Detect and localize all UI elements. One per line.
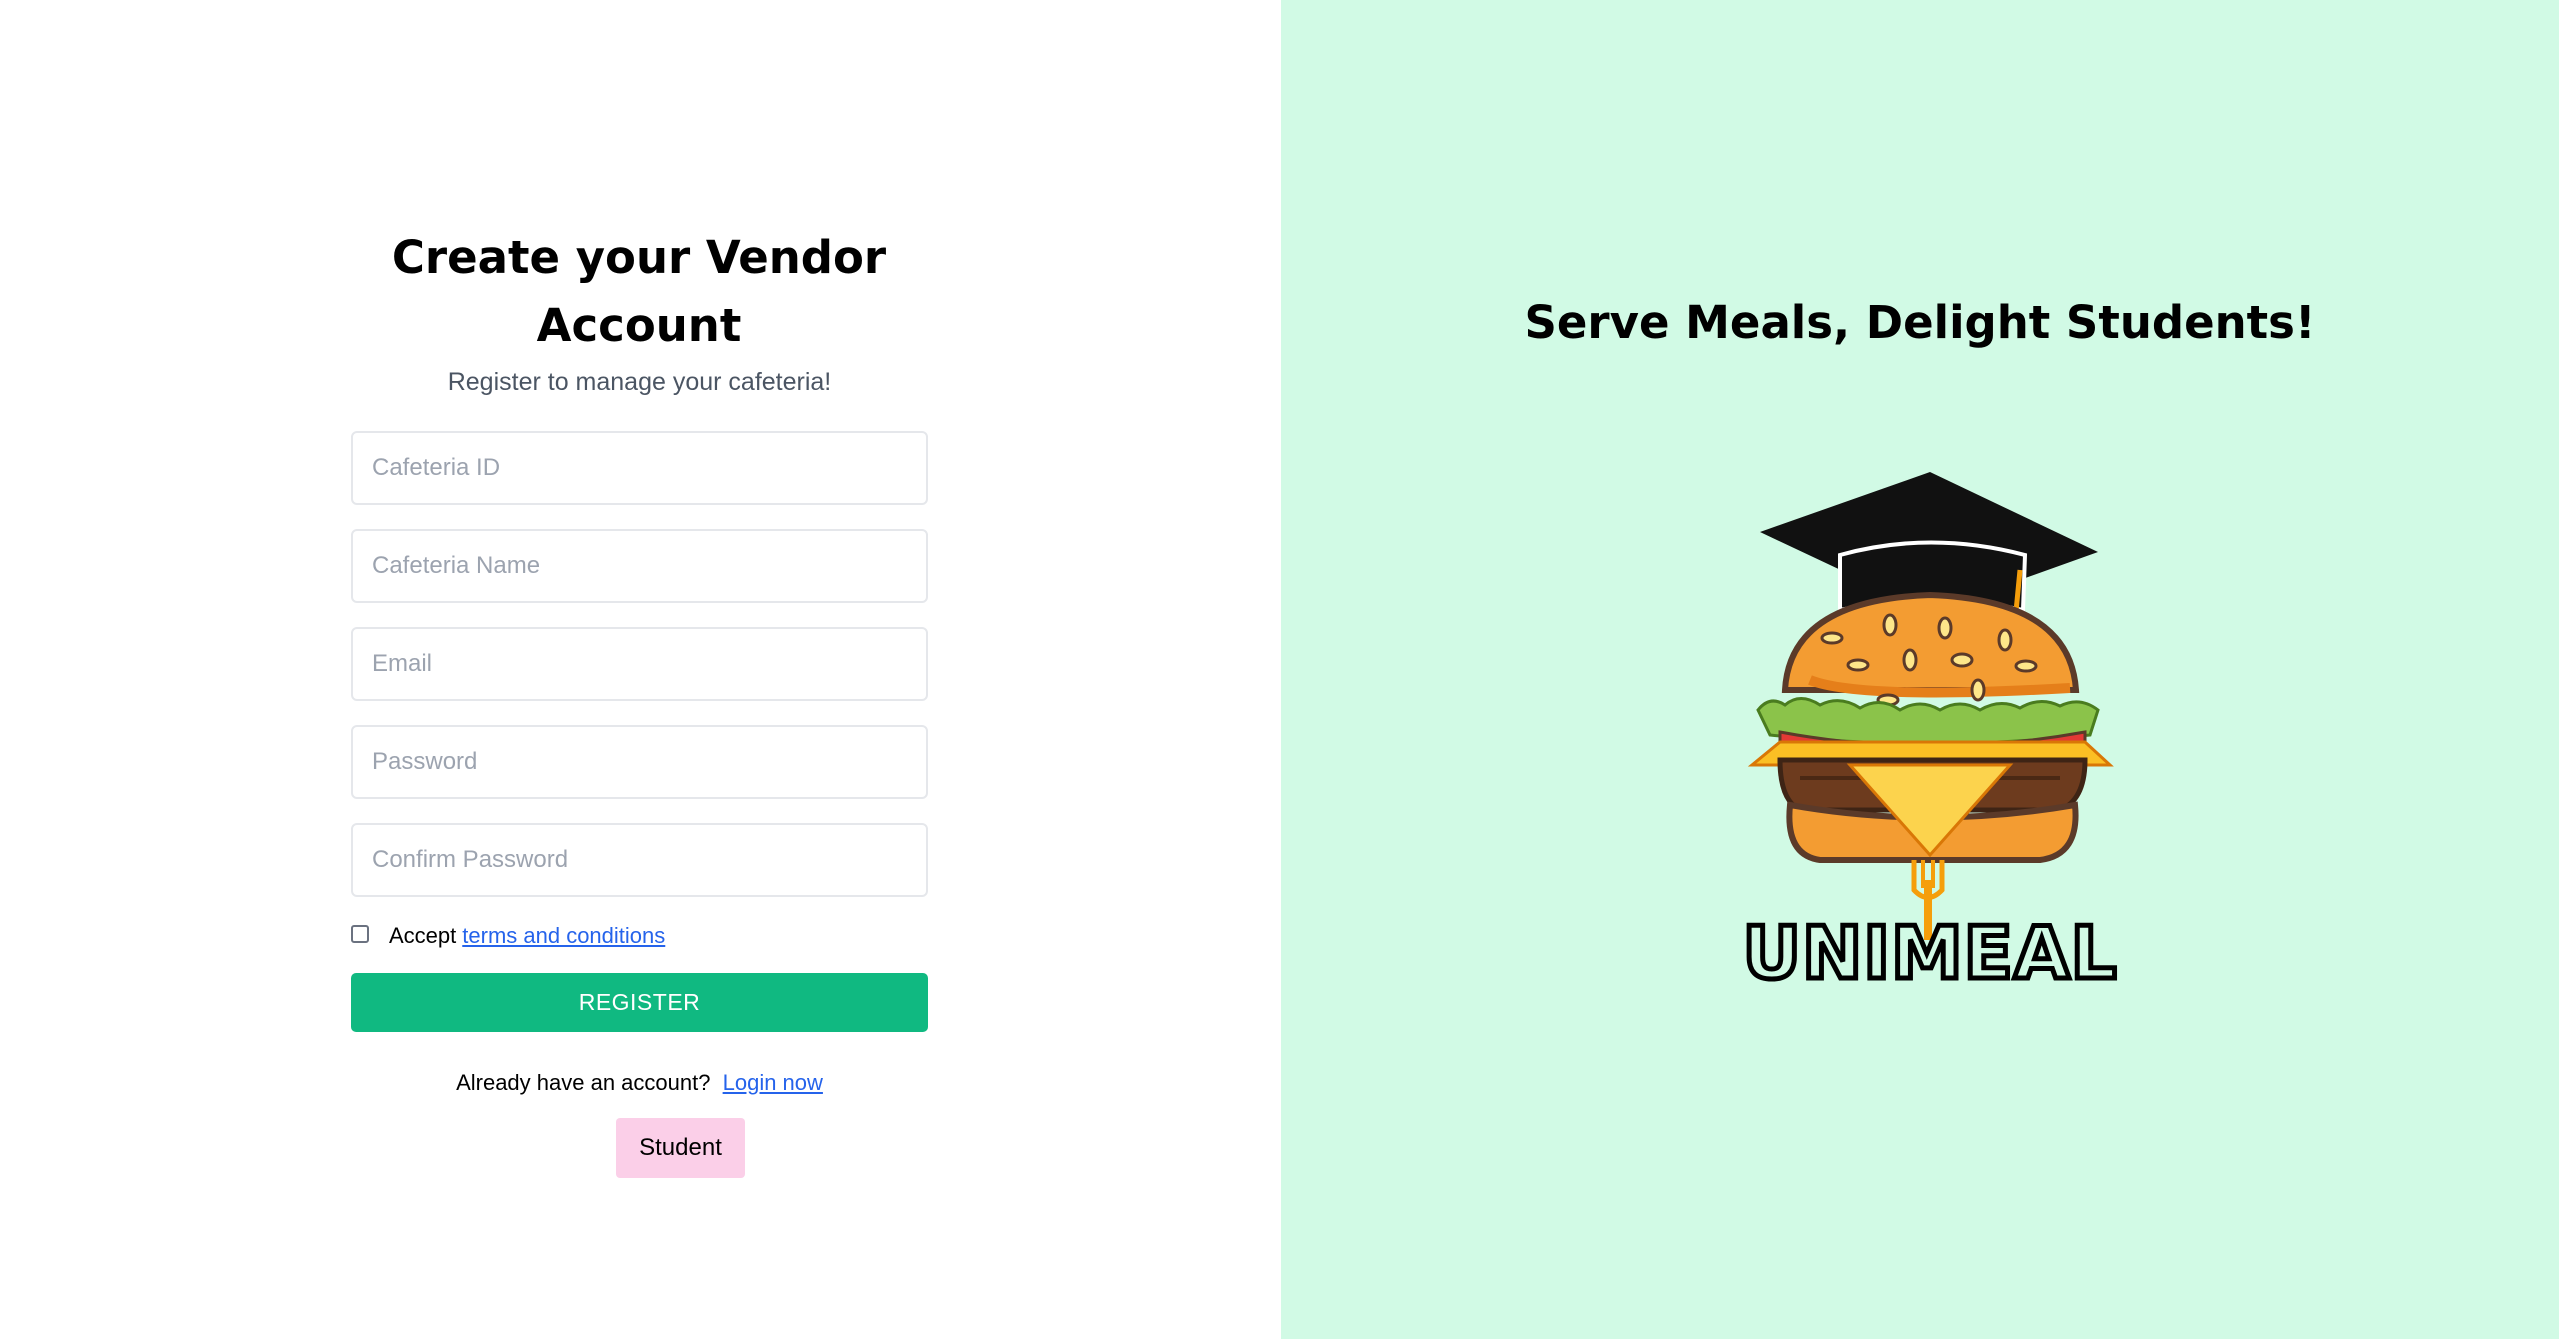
- hero-tagline: Serve Meals, Delight Students!: [1524, 296, 2316, 349]
- registration-pane: Create your Vendor Account Register to m…: [0, 0, 1281, 1339]
- terms-prefix: Accept: [389, 923, 457, 948]
- unimeal-logo: UNIMEAL: [1740, 472, 2119, 998]
- confirm-password-input[interactable]: [351, 823, 928, 897]
- logo-wordmark: UNIMEAL: [1743, 911, 2118, 995]
- page-title: Create your Vendor Account: [391, 231, 887, 352]
- page-subtitle: Register to manage your cafeteria!: [447, 368, 832, 396]
- terms-row: Accept terms and conditions: [351, 923, 928, 949]
- cafeteria-id-input[interactable]: [351, 431, 928, 505]
- burger-graduation-cap-icon: [1747, 472, 2114, 940]
- terms-link[interactable]: terms and conditions: [462, 923, 665, 949]
- registration-form: Create your Vendor Account Register to m…: [351, 224, 928, 1178]
- login-prefix: Already have an account?: [456, 1070, 711, 1095]
- form-fields: [351, 431, 928, 897]
- password-input[interactable]: [351, 725, 928, 799]
- login-link[interactable]: Login now: [723, 1070, 823, 1095]
- cafeteria-name-input[interactable]: [351, 529, 928, 603]
- email-input[interactable]: [351, 627, 928, 701]
- register-button[interactable]: REGISTER: [351, 973, 928, 1032]
- login-row: Already have an account? Login now: [351, 1070, 928, 1096]
- student-button[interactable]: Student: [616, 1118, 745, 1178]
- student-switch: Student: [351, 1118, 928, 1178]
- terms-checkbox[interactable]: [351, 925, 369, 943]
